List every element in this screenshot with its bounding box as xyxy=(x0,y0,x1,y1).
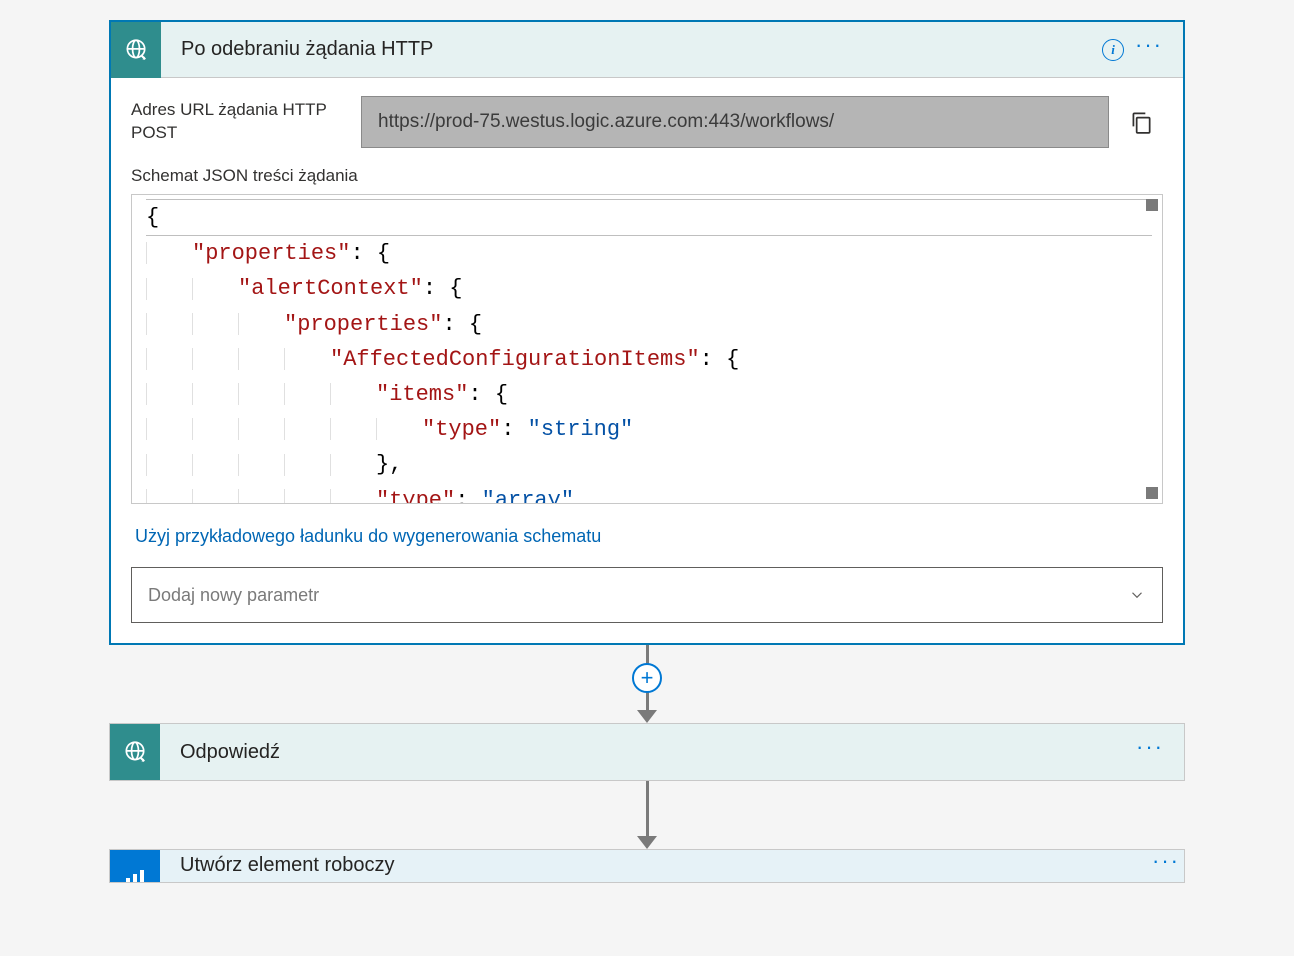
workitem-icon xyxy=(110,850,160,883)
response-menu-button[interactable]: ··· xyxy=(1132,734,1168,770)
info-icon: i xyxy=(1102,39,1124,61)
trigger-body: Adres URL żądania HTTP POST https://prod… xyxy=(111,78,1183,643)
connector-1: + xyxy=(637,645,657,723)
schema-label: Schemat JSON treści żądania xyxy=(131,166,1163,186)
workitem-menu-button[interactable]: ··· xyxy=(1148,849,1184,883)
workitem-title: Utwórz element roboczy xyxy=(180,850,1148,877)
chevron-down-icon xyxy=(1128,586,1146,604)
copy-url-button[interactable] xyxy=(1119,100,1163,144)
add-parameter-dropdown[interactable]: Dodaj nowy parametr xyxy=(131,567,1163,623)
http-icon xyxy=(110,724,160,780)
copy-icon xyxy=(1128,109,1154,135)
add-parameter-placeholder: Dodaj nowy parametr xyxy=(148,585,319,606)
schema-editor[interactable]: { "properties": { "alertContext": { "pro… xyxy=(131,194,1163,504)
http-icon xyxy=(111,22,161,78)
connector-2 xyxy=(637,781,657,849)
response-header[interactable]: Odpowiedź ··· xyxy=(110,724,1184,780)
response-title: Odpowiedź xyxy=(180,741,1132,764)
url-label: Adres URL żądania HTTP POST xyxy=(131,99,361,145)
sample-payload-link[interactable]: Użyj przykładowego ładunku do wygenerowa… xyxy=(135,526,601,547)
http-trigger-header[interactable]: Po odebraniu żądania HTTP i ··· xyxy=(111,22,1183,78)
trigger-menu-button[interactable]: ··· xyxy=(1131,32,1167,68)
url-row: Adres URL żądania HTTP POST https://prod… xyxy=(131,96,1163,148)
schema-scrollbar[interactable] xyxy=(1146,199,1160,499)
url-value: https://prod-75.westus.logic.azure.com:4… xyxy=(378,111,834,133)
create-workitem-card[interactable]: Utwórz element roboczy ··· xyxy=(109,849,1185,883)
response-card[interactable]: Odpowiedź ··· xyxy=(109,723,1185,781)
info-button[interactable]: i xyxy=(1095,32,1131,68)
add-step-button[interactable]: + xyxy=(632,663,662,693)
http-trigger-card: Po odebraniu żądania HTTP i ··· Adres UR… xyxy=(109,20,1185,645)
url-field[interactable]: https://prod-75.westus.logic.azure.com:4… xyxy=(361,96,1109,148)
http-trigger-title: Po odebraniu żądania HTTP xyxy=(181,38,1095,61)
